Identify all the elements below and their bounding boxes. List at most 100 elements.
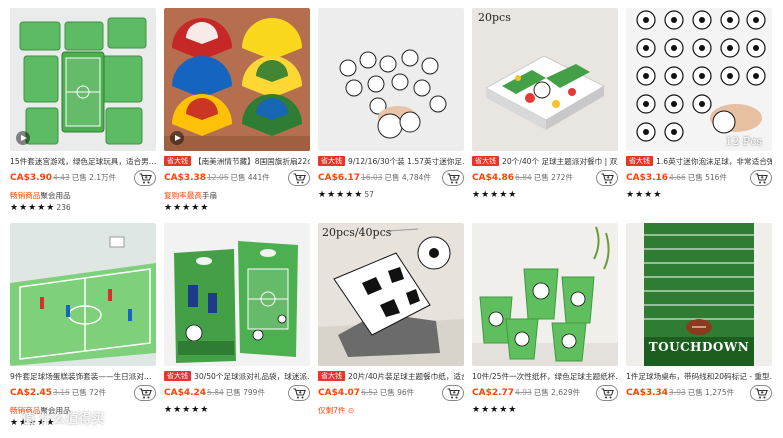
product-image-maze-toys <box>10 8 156 151</box>
shopping-cart-icon <box>293 173 306 184</box>
rating: ★★★★★ <box>472 405 618 417</box>
product-image[interactable] <box>10 223 156 366</box>
product-image[interactable]: TOUCHDOWN <box>626 223 772 366</box>
rating: ★★★★ <box>626 190 772 202</box>
add-to-cart-button[interactable] <box>442 385 464 401</box>
product-card[interactable]: 10件/25件一次性纸杯，绿色足球主题纸杯… CA$2.774.93 已售 2,6… <box>472 223 618 438</box>
rating: ★★★★★ <box>164 203 310 215</box>
tag-highlight: 复购率最高 <box>164 191 202 200</box>
rating-count: 57 <box>364 190 374 199</box>
title-text: 9件套足球场蛋糕装饰套装——生日派对… <box>10 372 152 381</box>
product-title[interactable]: 省大钱 20片/40片装足球主题餐巾纸，适合… <box>318 371 464 382</box>
star-rating-icon: ★★★★★ <box>472 190 518 200</box>
product-title[interactable]: 省大钱 20个/40个 足球主题派对餐巾 | 双… <box>472 156 618 167</box>
shopping-cart-icon <box>755 173 768 184</box>
rating: ★★★★★ <box>472 190 618 202</box>
star-rating-icon: ★★★★★ <box>472 405 518 415</box>
tag-highlight: 畅销商品 <box>10 191 41 200</box>
image-overlay-label: 12 Pcs <box>725 135 762 148</box>
shopping-cart-icon <box>601 388 614 399</box>
title-text: 20片/40片装足球主题餐巾纸，适合… <box>348 372 464 381</box>
product-card[interactable]: 20pcs/40pcs 省大钱 20片/40片装足球主题餐巾纸，适合… CA$4.… <box>318 223 464 438</box>
video-play-icon[interactable] <box>16 131 30 145</box>
price: CA$3.38 <box>164 173 207 183</box>
price: CA$6.17 <box>318 173 361 183</box>
price-row: CA$3.904.43 已售 2.1万件 <box>10 170 156 188</box>
product-title[interactable]: 15件套迷宫游戏，绿色足球玩具，适合男… <box>10 156 156 167</box>
image-overlay-label: TOUCHDOWN <box>648 340 750 354</box>
add-to-cart-button[interactable] <box>596 170 618 186</box>
product-image[interactable] <box>10 8 156 151</box>
product-title[interactable]: 省大钱 【南美洲情节藏】8国国旗折扇22c… <box>164 156 310 167</box>
product-card[interactable]: 省大钱 9/12/16/30个装 1.57英寸迷你足… CA$6.1716.03 已… <box>318 8 464 223</box>
product-title[interactable]: 省大钱 9/12/16/30个装 1.57英寸迷你足… <box>318 156 464 167</box>
sold-count: 已售 516件 <box>687 173 727 182</box>
price-row: CA$3.3812.05 已售 441件 <box>164 170 310 188</box>
product-card[interactable]: 9件套足球场蛋糕装饰套装——生日派对… CA$2.453.15 已售 72件 畅销… <box>10 223 156 438</box>
title-text: 15件套迷宫游戏，绿色足球玩具，适合男… <box>10 157 156 166</box>
product-title[interactable]: 1件足球场桌布，带码线和20码标记 - 重型… <box>626 371 772 382</box>
product-title[interactable]: 9件套足球场蛋糕装饰套装——生日派对… <box>10 371 156 382</box>
shopping-cart-icon <box>139 388 152 399</box>
price: CA$3.34 <box>626 388 669 398</box>
product-title[interactable]: 10件/25件一次性纸杯，绿色足球主题纸杯… <box>472 371 618 382</box>
add-to-cart-button[interactable] <box>750 385 772 401</box>
sold-count: 已售 4,784件 <box>384 173 431 182</box>
add-to-cart-button[interactable] <box>596 385 618 401</box>
product-image[interactable]: 20pcs/40pcs <box>318 223 464 366</box>
tag-category: 聚会用品 <box>40 191 71 200</box>
tag-category: 手扇 <box>201 191 218 200</box>
price-row: CA$4.245.84 已售 799件 <box>164 385 310 403</box>
price-row: CA$2.453.15 已售 72件 <box>10 385 156 403</box>
star-rating-icon: ★★★★ <box>626 190 663 200</box>
product-title[interactable]: 省大钱 30/50个足球派对礼品袋，球迷派… <box>164 371 310 382</box>
price-row: CA$6.1716.03 已售 4,784件 <box>318 170 464 188</box>
video-play-icon[interactable] <box>170 131 184 145</box>
sold-count: 已售 72件 <box>71 388 107 397</box>
shopping-cart-icon <box>601 173 614 184</box>
sold-count: 已售 272件 <box>533 173 573 182</box>
price: CA$4.86 <box>472 173 515 183</box>
product-image[interactable] <box>472 223 618 366</box>
add-to-cart-button[interactable] <box>288 170 310 186</box>
add-to-cart-button[interactable] <box>288 385 310 401</box>
stock-notice: 仅剩7件 ⊙ <box>318 405 464 416</box>
product-card[interactable]: 12 Pcs 省大钱 1.6英寸迷你泡沫足球，非常适合弹… CA$3.164.66… <box>626 8 772 223</box>
add-to-cart-button[interactable] <box>442 170 464 186</box>
add-to-cart-button[interactable] <box>134 170 156 186</box>
shopping-cart-icon <box>139 173 152 184</box>
original-price: 3.15 <box>53 388 70 397</box>
sold-count: 已售 96件 <box>379 388 415 397</box>
price-row: CA$3.343.93 已售 1,275件 <box>626 385 772 403</box>
title-text: 1.6英寸迷你泡沫足球，非常适合弹… <box>656 157 772 166</box>
rating-count: 236 <box>56 203 71 212</box>
product-card[interactable]: 省大钱 【南美洲情节藏】8国国旗折扇22c… CA$3.3812.05 已售 441… <box>164 8 310 223</box>
star-rating-icon: ★★★★★ <box>164 203 210 213</box>
add-to-cart-button[interactable] <box>134 385 156 401</box>
product-image[interactable] <box>164 8 310 151</box>
product-image-soccer-napkins <box>318 223 464 366</box>
product-image[interactable] <box>164 223 310 366</box>
product-image-foam-soccer-balls <box>626 8 772 151</box>
price-row: CA$2.774.93 已售 2,629件 <box>472 385 618 403</box>
star-rating-icon: ★★★★★ <box>10 203 56 213</box>
add-to-cart-button[interactable] <box>750 170 772 186</box>
product-card[interactable]: 15件套迷宫游戏，绿色足球玩具，适合男… CA$3.904.43 已售 2.1万件… <box>10 8 156 223</box>
product-card[interactable]: 省大钱 30/50个足球派对礼品袋，球迷派… CA$4.245.84 已售 799件… <box>164 223 310 438</box>
product-title[interactable]: 省大钱 1.6英寸迷你泡沫足球，非常适合弹… <box>626 156 772 167</box>
discount-badge: 省大钱 <box>626 156 653 166</box>
product-card[interactable]: 20pcs 省大钱 20个/40个 足球主题派对餐巾 | 双… CA$4.866.… <box>472 8 618 223</box>
product-card[interactable]: TOUCHDOWN 1件足球场桌布，带码线和20码标记 - 重型… CA$3.3… <box>626 223 772 438</box>
product-image[interactable] <box>318 8 464 151</box>
title-text: 20个/40个 足球主题派对餐巾 | 双… <box>502 157 618 166</box>
product-image[interactable]: 20pcs <box>472 8 618 151</box>
product-image[interactable]: 12 Pcs <box>626 8 772 151</box>
tag-line: 复购率最高手扇 <box>164 190 310 201</box>
product-image-cake-toppers <box>10 223 156 366</box>
price: CA$2.45 <box>10 388 53 398</box>
product-image-napkins <box>472 8 618 151</box>
rating: ★★★★★236 <box>10 203 156 215</box>
title-text: 30/50个足球派对礼品袋，球迷派… <box>194 372 310 381</box>
discount-badge: 省大钱 <box>318 371 345 381</box>
title-text: 【南美洲情节藏】8国国旗折扇22c… <box>194 157 310 166</box>
